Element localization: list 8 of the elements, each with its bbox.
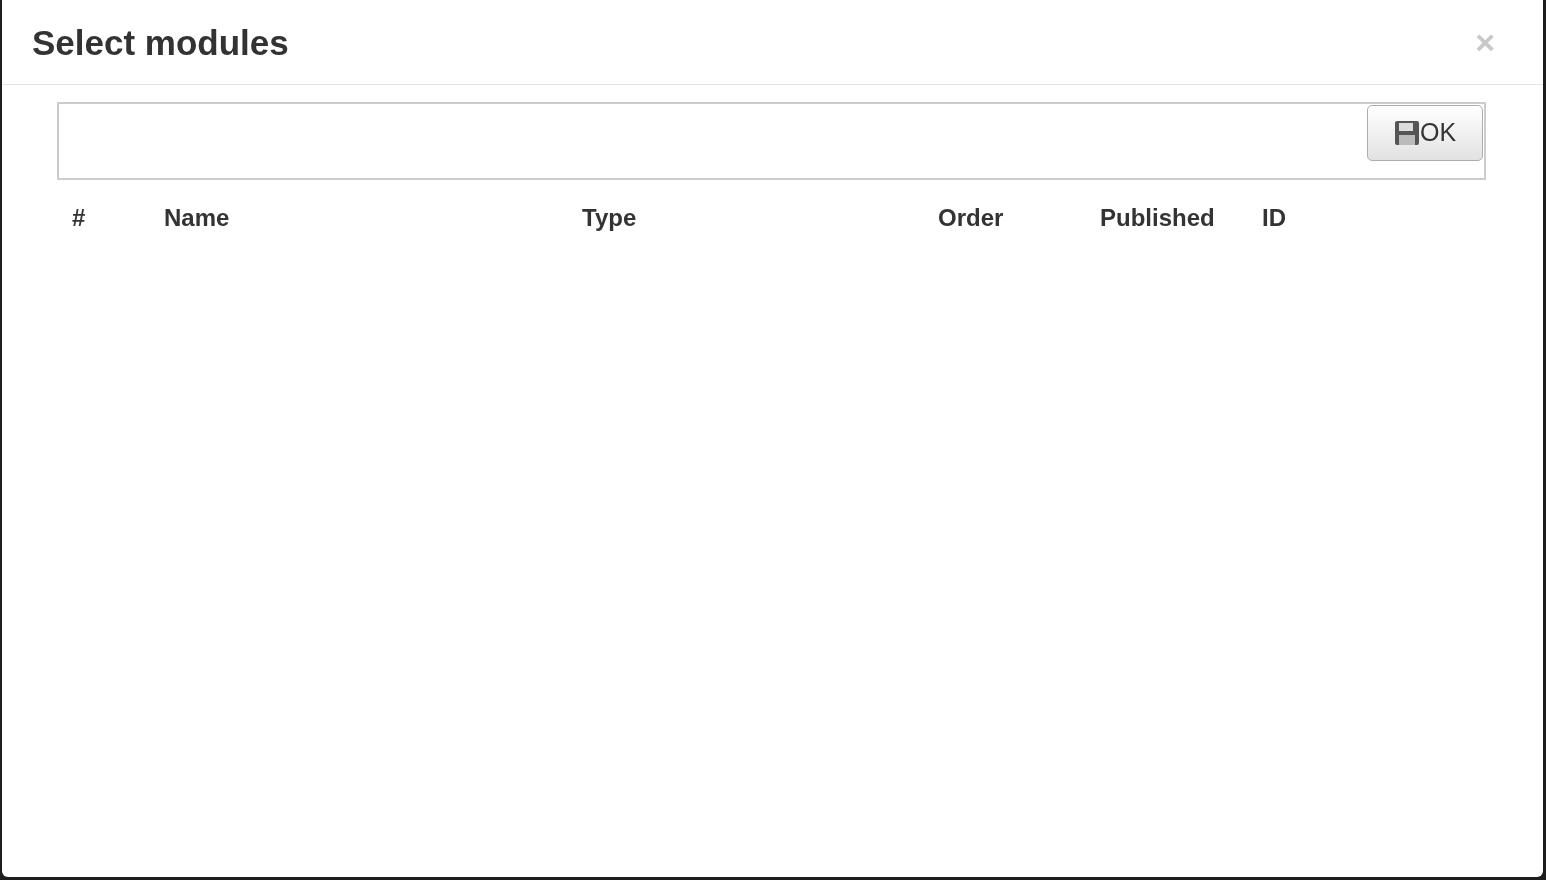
column-header: # <box>72 204 86 231</box>
column-header: Order <box>938 204 1004 231</box>
column-header: Type <box>582 204 637 231</box>
column-header: Name <box>164 204 230 231</box>
ok-button[interactable]: OK <box>1367 105 1483 161</box>
column-header: Published <box>1100 204 1215 231</box>
column-header: ID <box>1262 204 1286 231</box>
dialog-title: Select modules <box>32 24 289 60</box>
